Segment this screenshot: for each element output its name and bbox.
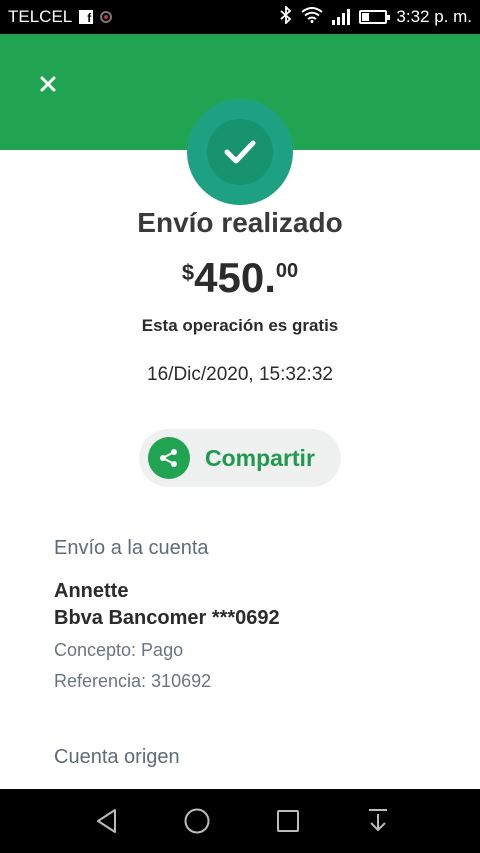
clock: 3:32 p. m.	[396, 7, 472, 26]
recipient-bank-account: Bbva Bancomer ***0692	[54, 607, 280, 629]
amount-decimal: 00	[275, 260, 299, 282]
back-icon	[97, 809, 116, 833]
amount-currency: $	[181, 260, 195, 285]
share-button-label: Compartir	[205, 444, 315, 471]
status-bar: TELCEL f 3:32 p. m.	[0, 0, 480, 34]
check-icon	[224, 140, 256, 164]
facebook-icon: f	[79, 10, 94, 24]
recipient-name: Annette	[54, 580, 129, 602]
fee-note: Esta operación es gratis	[141, 316, 339, 335]
signal-icon	[332, 9, 351, 25]
amount-integer: 450.	[194, 254, 276, 301]
record-icon	[100, 11, 113, 23]
battery-level	[362, 13, 370, 21]
recents-button[interactable]	[274, 807, 302, 835]
status-bar-right: 3:32 p. m.	[280, 4, 480, 29]
success-badge	[187, 99, 293, 205]
close-button[interactable]	[34, 70, 62, 98]
destination-section-label: Envío a la cuenta	[54, 537, 209, 559]
transfer-datetime: 16/Dic/2020, 15:32:32	[147, 364, 333, 385]
transfer-reference: Referencia: 310692	[54, 671, 212, 691]
home-icon	[184, 808, 210, 834]
recents-icon	[277, 810, 299, 832]
share-icon-circle	[148, 437, 190, 479]
success-badge-inner	[207, 119, 273, 185]
carrier-name: TELCEL	[8, 7, 73, 26]
origin-section-label: Cuenta origen	[54, 746, 180, 768]
bluetooth-icon	[280, 4, 292, 29]
share-button[interactable]: Compartir	[139, 429, 341, 487]
status-bar-left: TELCEL f	[0, 7, 113, 27]
page-title: Envío realizado	[137, 207, 343, 238]
transfer-amount: $450.00	[0, 254, 480, 302]
back-button[interactable]	[93, 807, 121, 835]
notifications-pulldown-icon	[369, 809, 387, 831]
transfer-concept: Concepto: Pago	[54, 640, 184, 660]
navigation-bar	[0, 789, 480, 853]
close-icon	[40, 76, 56, 92]
notifications-pulldown-button[interactable]	[364, 807, 392, 835]
share-icon	[160, 449, 177, 467]
home-button[interactable]	[183, 807, 211, 835]
wifi-icon	[301, 6, 324, 28]
battery-icon	[359, 10, 391, 24]
